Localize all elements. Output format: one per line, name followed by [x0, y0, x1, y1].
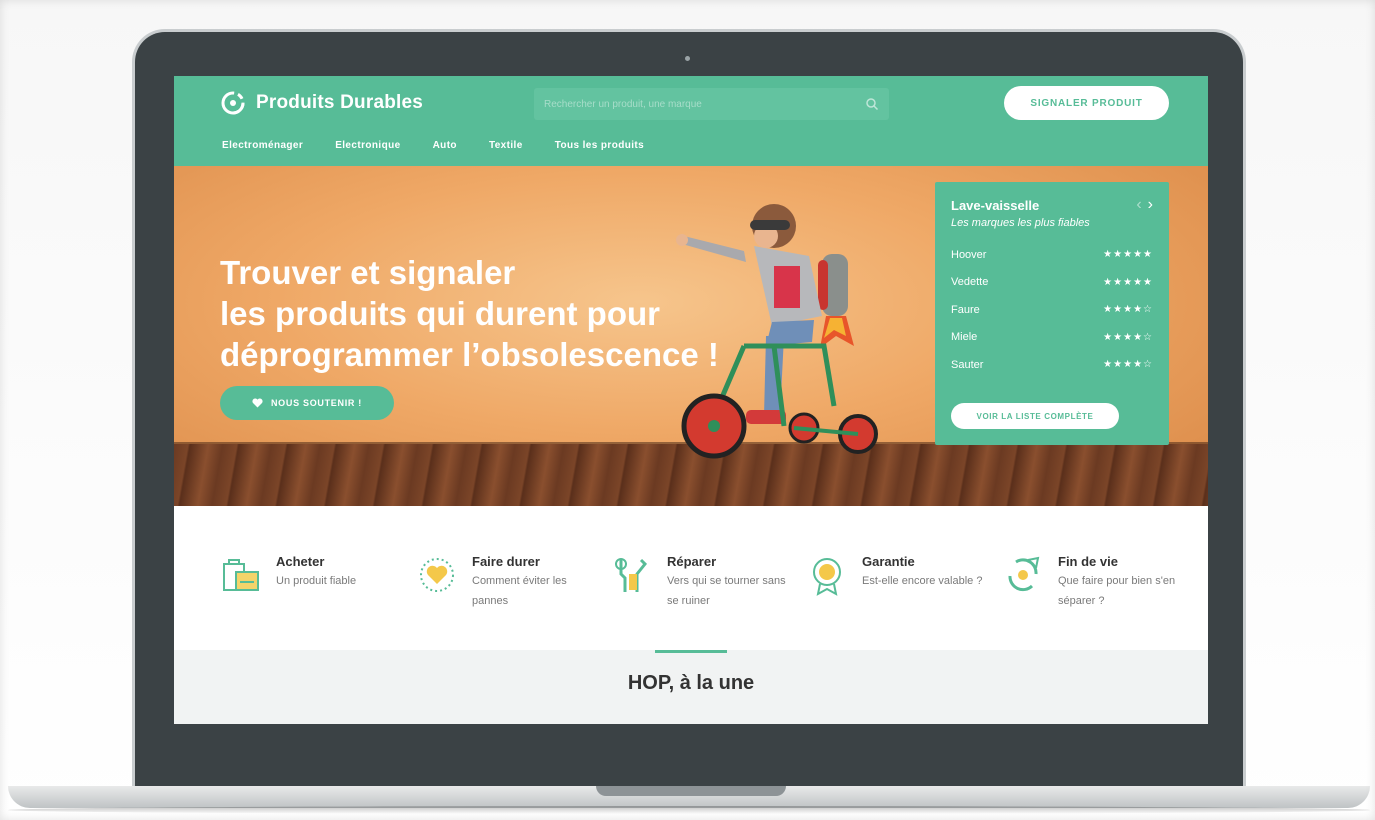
hero-title: Trouver et signaler les produits qui dur… [220, 252, 719, 375]
site-logo[interactable]: Produits Durables [220, 90, 423, 116]
feature-reparer[interactable]: Réparer Vers qui se tourner sans se ruin… [611, 554, 797, 611]
shopping-bags-icon [223, 559, 259, 591]
nav-item-electromenager[interactable]: Electroménager [222, 140, 303, 151]
feature-title: Réparer [667, 554, 717, 569]
nav-item-auto[interactable]: Auto [433, 140, 457, 151]
ranking-row[interactable]: Hoover ★★★★★ [951, 241, 1153, 269]
feature-title: Faire durer [472, 554, 540, 569]
nav-item-textile[interactable]: Textile [489, 140, 523, 151]
kid-on-tricycle-image [676, 204, 878, 459]
ranking-card: Lave-vaisselle Les marques les plus fiab… [935, 182, 1169, 445]
view-full-list-button[interactable]: VOIR LA LISTE COMPLÈTE [951, 403, 1119, 429]
star-rating: ★★★★☆ [1103, 304, 1153, 316]
feature-text: Faire durer Comment éviter les pannes [472, 554, 602, 611]
ranking-list: Hoover ★★★★★ Vedette ★★★★★ Faure ★★★★☆ M… [951, 241, 1153, 379]
feature-faire-durer[interactable]: Faire durer Comment éviter les pannes [416, 554, 602, 611]
ranking-arrows: ‹ › [1136, 196, 1153, 214]
heart-icon [252, 398, 263, 408]
feature-title: Acheter [276, 554, 325, 569]
chevron-left-icon[interactable]: ‹ [1136, 196, 1141, 214]
ranking-row[interactable]: Faure ★★★★☆ [951, 296, 1153, 324]
ranking-brand: Vedette [951, 276, 989, 289]
heart-sparkle-icon [420, 558, 454, 592]
star-rating: ★★★★★ [1103, 249, 1153, 261]
chevron-right-icon[interactable]: › [1148, 196, 1153, 214]
laptop-notch [596, 786, 786, 796]
search-icon[interactable] [865, 97, 879, 111]
report-product-button[interactable]: SIGNALER PRODUIT [1004, 86, 1169, 120]
laptop-shadow [8, 806, 1370, 814]
ranking-brand: Faure [951, 303, 980, 316]
recycle-icon [1008, 556, 1040, 592]
ranking-brand: Hoover [951, 248, 987, 261]
section-accent-bar [655, 650, 727, 653]
hero-title-line: les produits qui durent pour [220, 295, 660, 332]
feature-text: Réparer Vers qui se tourner sans se ruin… [667, 554, 797, 611]
search-bar[interactable] [534, 88, 889, 120]
feature-desc: Un produit fiable [276, 575, 357, 587]
nav-item-electronique[interactable]: Electronique [335, 140, 400, 151]
ranking-row[interactable]: Sauter ★★★★☆ [951, 351, 1153, 379]
feature-acheter[interactable]: Acheter Un produit fiable [220, 554, 406, 596]
logo-text: Produits Durables [256, 92, 424, 113]
camera-icon [685, 56, 690, 61]
tools-icon [615, 558, 648, 592]
feature-title: Fin de vie [1058, 554, 1118, 569]
une-title: HOP, à la une [627, 672, 755, 694]
hero-banner: Trouver et signaler les produits qui dur… [174, 166, 1208, 506]
une-section: HOP, à la une [174, 650, 1208, 724]
feature-text: Acheter Un produit fiable [276, 554, 406, 596]
ranking-title: Lave-vaisselle [951, 198, 1040, 213]
medal-icon [813, 558, 841, 596]
search-input[interactable] [544, 98, 865, 110]
nav-item-all-products[interactable]: Tous les produits [555, 140, 644, 151]
feature-desc: Vers qui se tourner sans se ruiner [667, 575, 786, 607]
ranking-row[interactable]: Miele ★★★★☆ [951, 324, 1153, 352]
star-rating: ★★★★☆ [1103, 331, 1153, 343]
feature-title: Garantie [862, 554, 915, 569]
ranking-brand: Miele [951, 331, 978, 344]
hero-title-line: Trouver et signaler [220, 254, 516, 291]
ranking-brand: Sauter [951, 358, 984, 371]
support-button[interactable]: NOUS SOUTENIR ! [220, 386, 394, 420]
support-button-label: NOUS SOUTENIR ! [270, 398, 362, 408]
stage: Produits Durables SIGNALER PRODUIT Elect… [0, 0, 1375, 820]
ranking-row[interactable]: Vedette ★★★★★ [951, 269, 1153, 297]
logo-icon [221, 91, 245, 115]
feature-desc: Est-elle encore valable ? [862, 575, 983, 587]
features-section: Acheter Un produit fiable Faire durer Co… [174, 506, 1208, 650]
star-rating: ★★★★★ [1103, 276, 1153, 288]
feature-desc: Comment éviter les pannes [472, 575, 567, 607]
main-nav: Electroménager Electronique Auto Textile… [222, 140, 644, 151]
hero-title-line: déprogrammer l’obsolescence ! [220, 336, 719, 373]
ranking-subtitle: Les marques les plus fiables [951, 217, 1090, 229]
feature-text: Garantie Est-elle encore valable ? [862, 554, 992, 596]
feature-garantie[interactable]: Garantie Est-elle encore valable ? [806, 554, 992, 596]
laptop-screen: Produits Durables SIGNALER PRODUIT Elect… [174, 76, 1208, 724]
site-header: Produits Durables SIGNALER PRODUIT Elect… [174, 76, 1208, 166]
feature-text: Fin de vie Que faire pour bien s'en sépa… [1058, 554, 1188, 611]
feature-desc: Que faire pour bien s'en séparer ? [1058, 575, 1176, 607]
feature-fin-de-vie[interactable]: Fin de vie Que faire pour bien s'en sépa… [1002, 554, 1188, 611]
star-rating: ★★★★☆ [1103, 359, 1153, 371]
